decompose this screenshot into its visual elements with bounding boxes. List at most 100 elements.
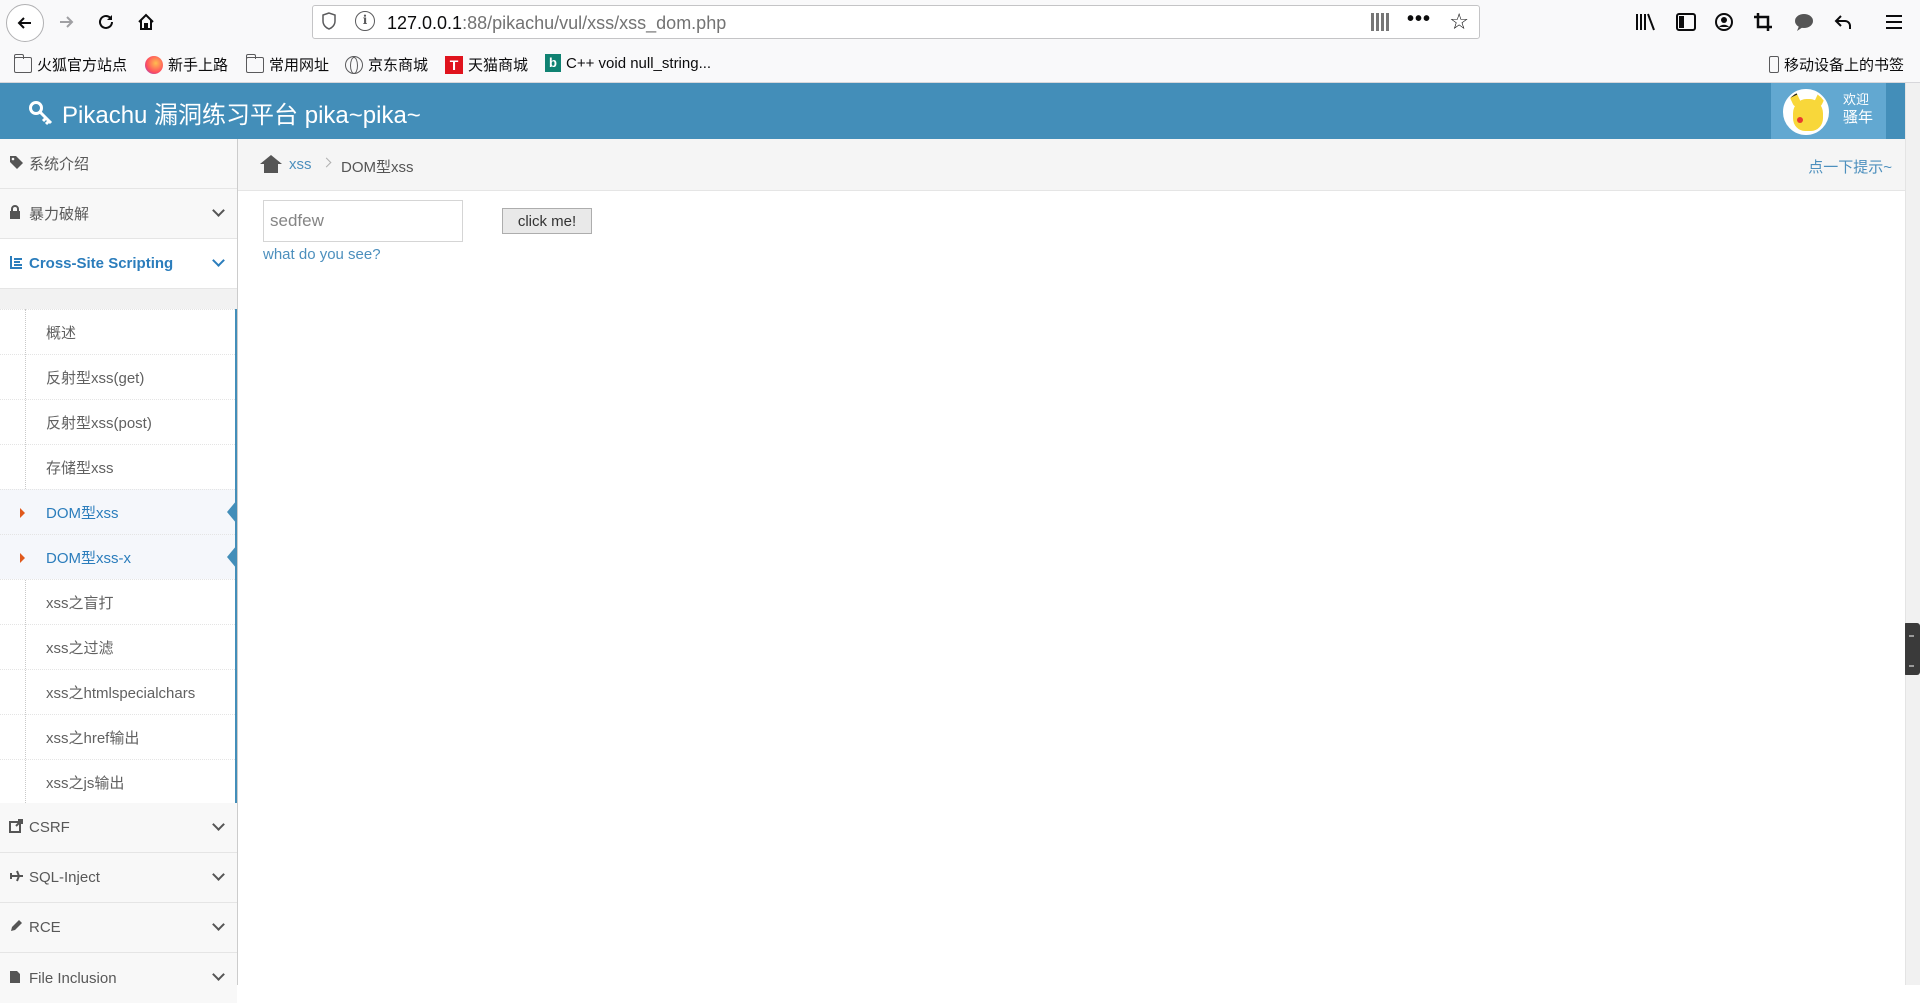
user-name: 骚年 [1843, 109, 1874, 126]
site-info-icon[interactable]: i [355, 11, 375, 31]
tmall-icon: T [445, 55, 463, 74]
bookmark-label: 新手上路 [168, 57, 229, 74]
reload-button[interactable] [90, 6, 122, 38]
breadcrumb-link-xss[interactable]: xss [289, 156, 312, 173]
bookmark-star-icon[interactable]: ☆ [1449, 9, 1469, 35]
chat-bubble-icon[interactable] [1792, 10, 1816, 34]
sidebar-item-label: 系统介绍 [29, 156, 90, 173]
list-icon [9, 255, 25, 272]
arrow-left-icon [17, 17, 31, 29]
account-icon[interactable] [1712, 10, 1736, 34]
home-button[interactable] [130, 6, 162, 38]
hint-link[interactable]: 点一下提示~ [1808, 156, 1892, 177]
chevron-down-icon [212, 204, 225, 217]
chevron-down-icon [212, 918, 225, 931]
submenu-item-label: DOM型xss [46, 504, 119, 522]
sidebar-item-rce[interactable]: RCE [0, 903, 237, 953]
globe-icon [345, 55, 363, 74]
bookmark-tmall[interactable]: T 天猫商城 [445, 54, 528, 75]
sidebar-item-brute-force[interactable]: 暴力破解 [0, 189, 237, 239]
firefox-icon [145, 55, 163, 74]
hamburger-menu-icon[interactable] [1882, 10, 1906, 34]
sidebar-toggle-icon[interactable] [1674, 10, 1698, 34]
url-host: 127.0.0.1 [387, 13, 463, 33]
what-do-you-see-link[interactable]: what do you see? [263, 246, 381, 263]
browser-toolbar: i 127.0.0.1:88/pikachu/vul/xss/xss_dom.p… [0, 0, 1920, 44]
browser-chrome: i 127.0.0.1:88/pikachu/vul/xss/xss_dom.p… [0, 0, 1920, 83]
chevron-down-icon [212, 868, 225, 881]
breadcrumb-current: DOM型xss [341, 159, 414, 176]
submenu-item-label: 反射型xss(get) [46, 369, 145, 387]
welcome-label: 欢迎 [1843, 92, 1870, 107]
submenu-item-filter[interactable]: xss之过滤 [0, 624, 235, 669]
submenu-item-overview[interactable]: 概述 [0, 309, 235, 354]
chevron-down-icon [212, 968, 225, 981]
sidebar-item-file-inclusion[interactable]: File Inclusion [0, 953, 237, 1003]
submenu-item-dom-x[interactable]: DOM型xss-x [0, 534, 237, 579]
lock-icon [9, 205, 25, 222]
mobile-device-icon [1769, 56, 1779, 73]
back-button[interactable] [6, 4, 44, 42]
submenu-item-label: xss之盲打 [46, 594, 114, 612]
qr-code-icon[interactable] [1371, 13, 1389, 31]
bookmark-cpp[interactable]: b C++ void null_string... [545, 54, 711, 72]
undo-icon[interactable] [1831, 10, 1855, 34]
share-icon [9, 819, 25, 836]
user-menu[interactable]: 欢迎 骚年 [1771, 83, 1886, 139]
sidebar-item-sql-inject[interactable]: SQL-Inject [0, 853, 237, 903]
submenu-item-reflected-get[interactable]: 反射型xss(get) [0, 354, 235, 399]
submenu-item-href[interactable]: xss之href输出 [0, 714, 235, 759]
sidebar-item-intro[interactable]: 系统介绍 [0, 139, 237, 189]
submenu-item-label: xss之过滤 [46, 639, 114, 657]
text-input[interactable] [263, 200, 463, 242]
bookmark-getting-started[interactable]: 新手上路 [145, 54, 228, 75]
page-scrollbar[interactable] [1905, 83, 1920, 985]
submenu-item-htmlspecialchars[interactable]: xss之htmlspecialchars [0, 669, 235, 714]
sidebar-item-label: 暴力破解 [29, 206, 90, 223]
submenu-item-label: xss之href输出 [46, 729, 140, 747]
submenu-item-label: 概述 [46, 324, 77, 342]
bing-icon: b [545, 54, 561, 72]
breadcrumb: xss DOM型xss 点一下提示~ [238, 139, 1905, 191]
bookmark-firefox-official[interactable]: 火狐官方站点 [13, 53, 127, 75]
key-icon [29, 100, 53, 125]
home-icon[interactable] [260, 155, 282, 173]
scroll-thumb[interactable] [1903, 623, 1920, 675]
tags-icon [9, 155, 25, 172]
sidebar-item-csrf[interactable]: CSRF [0, 803, 237, 853]
arrow-right-icon [60, 16, 74, 28]
submenu-item-js[interactable]: xss之js输出 [0, 759, 235, 804]
url-text[interactable]: 127.0.0.1:88/pikachu/vul/xss/xss_dom.php [387, 13, 726, 34]
submenu-item-reflected-post[interactable]: 反射型xss(post) [0, 399, 235, 444]
url-path: :88/pikachu/vul/xss/xss_dom.php [462, 13, 727, 33]
page-actions-icon[interactable]: ••• [1407, 8, 1431, 31]
sidebar-item-label: Cross-Site Scripting [29, 255, 174, 272]
sidebar-item-label: SQL-Inject [29, 869, 100, 886]
bookmark-label: 天猫商城 [468, 57, 529, 74]
brand[interactable]: Pikachu 漏洞练习平台 pika~pika~ [28, 95, 421, 130]
tracking-shield-icon[interactable] [321, 12, 337, 35]
pencil-icon [9, 919, 25, 936]
click-me-button[interactable]: click me! [502, 208, 592, 234]
bookmark-jd[interactable]: 京东商城 [345, 54, 428, 75]
library-icon[interactable] [1634, 10, 1658, 34]
sidebar-item-xss[interactable]: Cross-Site Scripting [0, 239, 237, 289]
sidebar: 系统介绍 暴力破解 Cross-Site Scripting 概述 反射型xss… [0, 139, 238, 1003]
xss-submenu: 概述 反射型xss(get) 反射型xss(post) 存储型xss DOM型x… [0, 309, 237, 803]
submenu-item-dom[interactable]: DOM型xss [0, 489, 237, 534]
home-icon [138, 13, 154, 30]
forward-button[interactable] [50, 6, 82, 38]
web-page: Pikachu 漏洞练习平台 pika~pika~ 欢迎 骚年 系统介绍 暴力破… [0, 83, 1920, 1003]
mobile-bookmarks[interactable]: 移动设备上的书签 [1769, 54, 1904, 75]
submenu-item-stored[interactable]: 存储型xss [0, 444, 235, 489]
address-bar[interactable]: i 127.0.0.1:88/pikachu/vul/xss/xss_dom.p… [312, 5, 1480, 39]
submenu-item-label: xss之htmlspecialchars [46, 684, 196, 702]
submenu-item-blind[interactable]: xss之盲打 [0, 579, 235, 624]
brand-title: Pikachu 漏洞练习平台 pika~pika~ [62, 102, 421, 129]
bookmark-common-sites[interactable]: 常用网址 [245, 53, 329, 75]
reload-icon [99, 14, 113, 29]
folder-icon [245, 53, 264, 73]
file-icon [9, 970, 25, 987]
screenshot-crop-icon[interactable] [1751, 10, 1775, 34]
sidebar-item-label: CSRF [29, 819, 70, 836]
